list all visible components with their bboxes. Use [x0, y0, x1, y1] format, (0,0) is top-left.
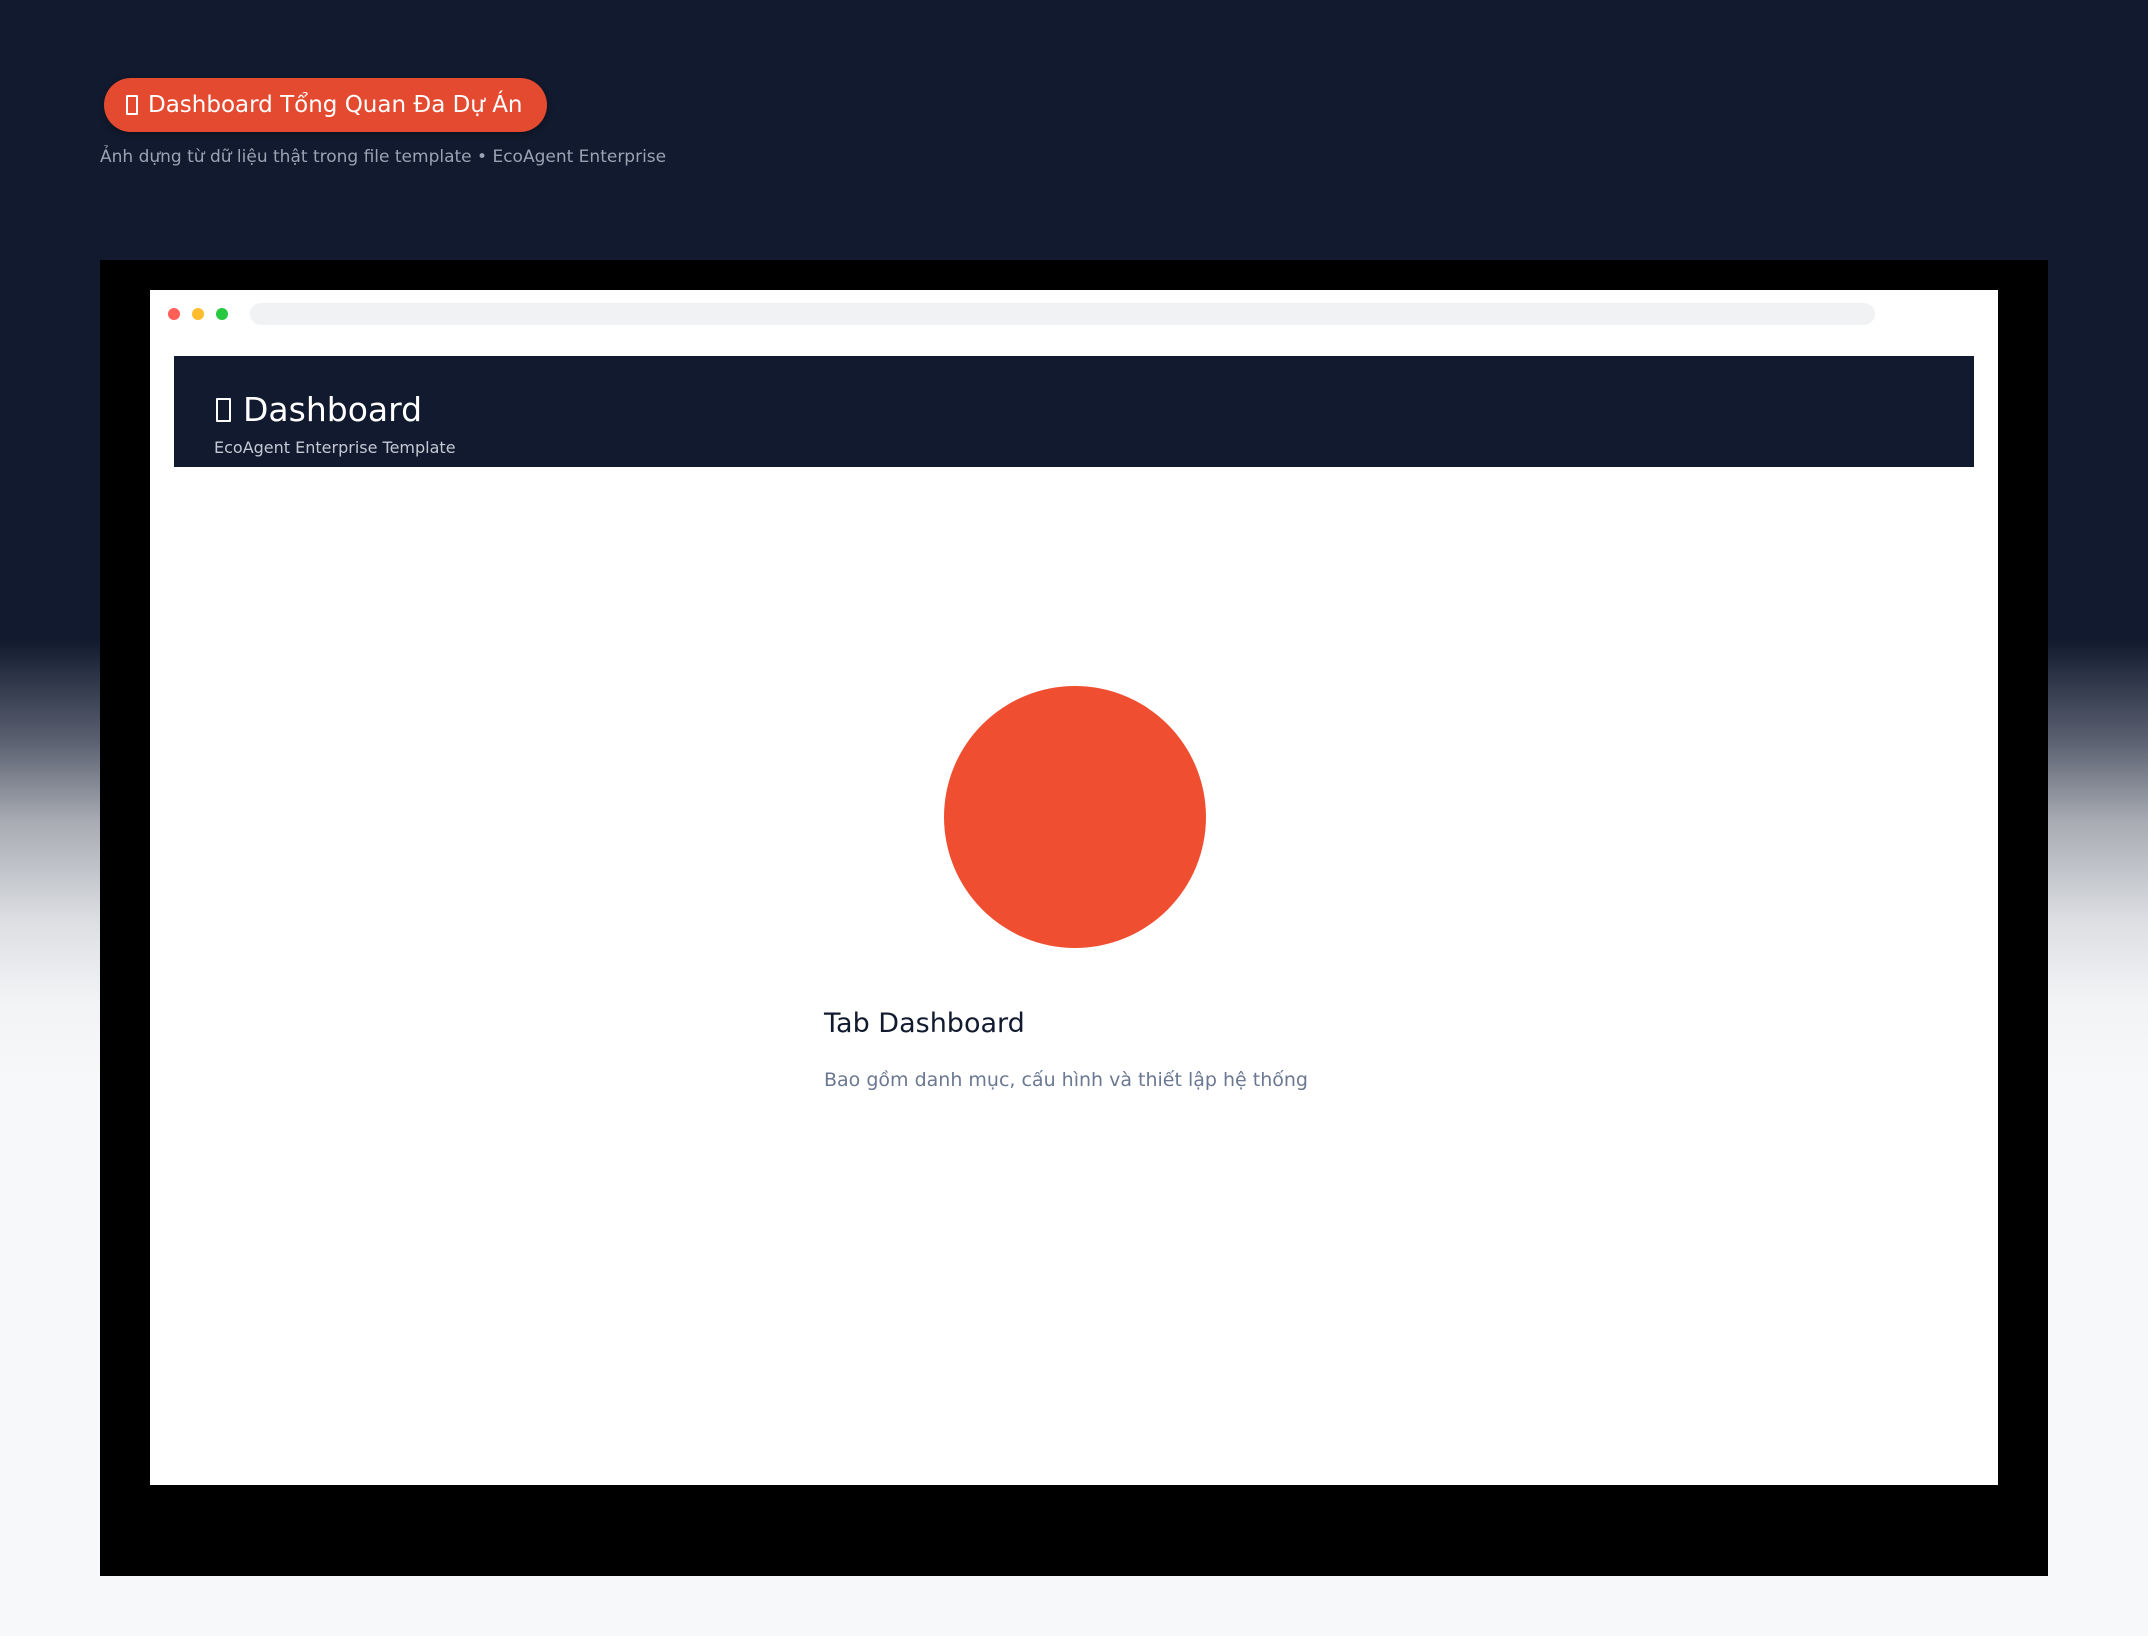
browser-titlebar	[150, 290, 1998, 338]
minimize-window-button[interactable]	[192, 308, 204, 320]
chart-icon	[126, 95, 138, 115]
screenshot-frame: Dashboard EcoAgent Enterprise Template T…	[100, 260, 2048, 1576]
app-header: Dashboard EcoAgent Enterprise Template	[174, 356, 1974, 467]
maximize-window-button[interactable]	[216, 308, 228, 320]
dashboard-icon	[216, 397, 231, 422]
close-window-button[interactable]	[168, 308, 180, 320]
dashboard-title-badge: Dashboard Tổng Quan Đa Dự Án	[104, 78, 547, 132]
app-title-label: Dashboard	[243, 390, 423, 429]
dashboard-title-label: Dashboard Tổng Quan Đa Dự Án	[148, 92, 523, 118]
app-subtitle: EcoAgent Enterprise Template	[214, 438, 456, 457]
address-bar[interactable]	[250, 303, 1875, 325]
hero-circle-graphic	[944, 686, 1206, 948]
app-title: Dashboard	[216, 390, 422, 429]
page-caption: Ảnh dựng từ dữ liệu thật trong file temp…	[100, 147, 667, 167]
tab-description: Bao gồm danh mục, cấu hình và thiết lập …	[824, 1069, 1308, 1091]
browser-window: Dashboard EcoAgent Enterprise Template T…	[150, 290, 1998, 1485]
tab-title: Tab Dashboard	[824, 1008, 1025, 1039]
